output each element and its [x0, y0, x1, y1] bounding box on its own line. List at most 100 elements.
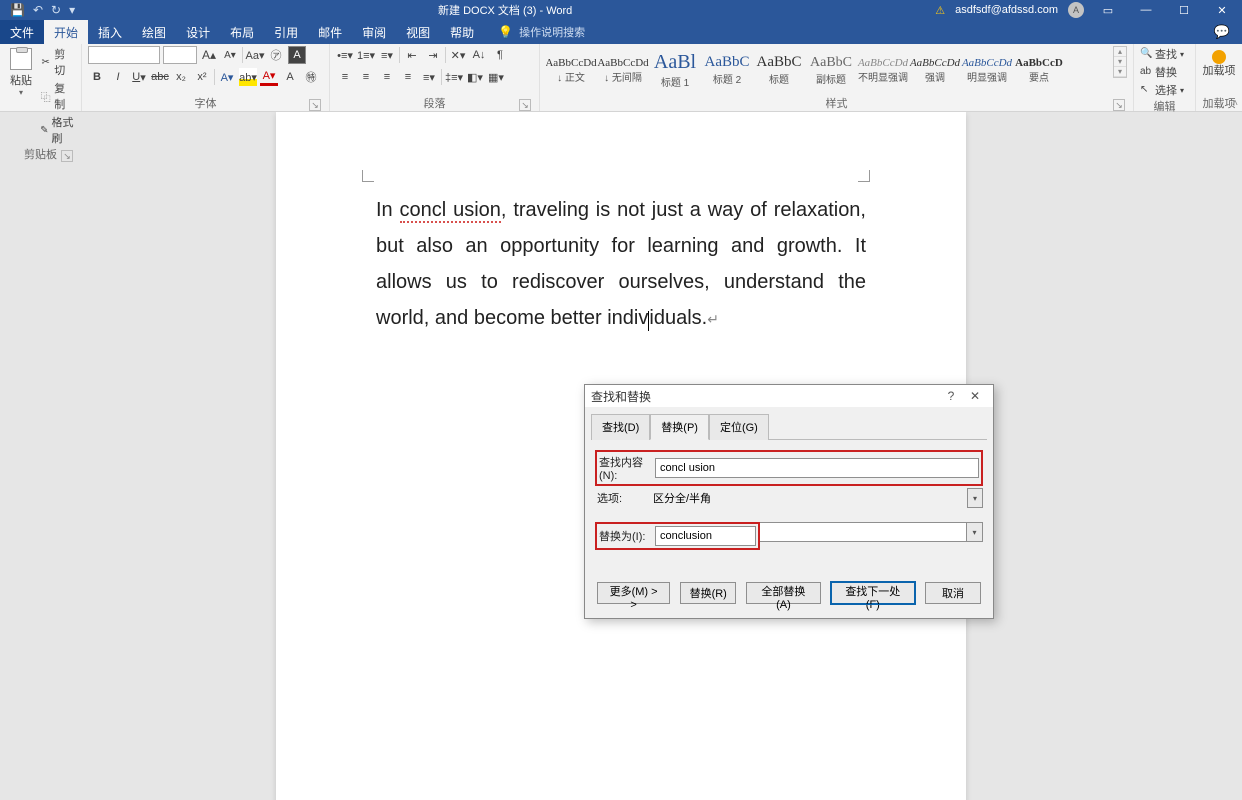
- maximize-button[interactable]: ☐: [1170, 4, 1198, 17]
- close-icon[interactable]: ✕: [963, 389, 987, 403]
- text-effects-button[interactable]: A▾: [218, 68, 236, 86]
- collapse-ribbon-icon[interactable]: ˄: [1232, 98, 1238, 109]
- spelling-error[interactable]: concl usion: [400, 199, 501, 223]
- tab-replace[interactable]: 替换(P): [650, 414, 709, 440]
- numbering-button[interactable]: 1≡▾: [357, 46, 375, 64]
- close-button[interactable]: ✕: [1208, 4, 1236, 17]
- decrease-indent-button[interactable]: ⇤: [403, 46, 421, 64]
- replace-with-input[interactable]: [655, 526, 756, 546]
- paragraph[interactable]: In concl usion, traveling is not just a …: [376, 192, 866, 336]
- chevron-up-icon[interactable]: ▴: [1114, 47, 1126, 57]
- tab-find[interactable]: 查找(D): [591, 414, 650, 440]
- minimize-button[interactable]: ―: [1132, 4, 1160, 16]
- tab-file[interactable]: 文件: [0, 20, 44, 44]
- chevron-down-icon[interactable]: ▾: [1114, 57, 1126, 67]
- find-next-button[interactable]: 查找下一处(F): [831, 582, 915, 604]
- superscript-button[interactable]: x²: [193, 68, 211, 86]
- shrink-font-button[interactable]: A▾: [221, 46, 239, 64]
- format-painter-button[interactable]: ✎格式刷: [40, 114, 75, 146]
- tab-layout[interactable]: 布局: [220, 20, 264, 44]
- tab-mailings[interactable]: 邮件: [308, 20, 352, 44]
- style-no-spacing[interactable]: AaBbCcDd↓ 无间隔: [598, 46, 648, 94]
- account-email[interactable]: asdfsdf@afdssd.com: [955, 4, 1058, 16]
- save-icon[interactable]: 💾: [10, 3, 25, 17]
- enclose-characters-button[interactable]: ㊕: [302, 68, 320, 86]
- style-subtle-emphasis[interactable]: AaBbCcDd不明显强调: [858, 46, 908, 94]
- tell-me-search[interactable]: 💡 操作说明搜索: [484, 20, 585, 44]
- tab-goto[interactable]: 定位(G): [709, 414, 769, 440]
- subscript-button[interactable]: x₂: [172, 68, 190, 86]
- asian-layout-button[interactable]: ✕▾: [449, 46, 467, 64]
- distribute-button[interactable]: ≡▾: [420, 68, 438, 86]
- style-heading2[interactable]: AaBbC标题 2: [702, 46, 752, 94]
- multilevel-list-button[interactable]: ≡▾: [378, 46, 396, 64]
- character-shading-button[interactable]: A: [281, 68, 299, 86]
- tab-draw[interactable]: 绘图: [132, 20, 176, 44]
- change-case-button[interactable]: Aa▾: [246, 46, 264, 64]
- font-family-select[interactable]: [88, 46, 160, 64]
- styles-scroll[interactable]: ▴▾▾: [1113, 46, 1127, 78]
- align-left-button[interactable]: ≡: [336, 68, 354, 86]
- show-marks-button[interactable]: ¶: [491, 46, 509, 64]
- style-title[interactable]: AaBbC标题: [754, 46, 804, 94]
- underline-button[interactable]: U▾: [130, 68, 148, 86]
- cut-button[interactable]: ✂剪切: [40, 46, 75, 78]
- dialog-launcher-icon[interactable]: ↘: [1113, 99, 1125, 111]
- sort-button[interactable]: A↓: [470, 46, 488, 64]
- justify-button[interactable]: ≡: [399, 68, 417, 86]
- select-button[interactable]: ↖选择▾: [1140, 82, 1184, 98]
- style-emphasis[interactable]: AaBbCcDd强调: [910, 46, 960, 94]
- bullets-button[interactable]: •≡▾: [336, 46, 354, 64]
- chevron-down-icon[interactable]: ▾: [967, 522, 983, 542]
- phonetic-guide-button[interactable]: ㋐: [267, 46, 285, 64]
- dialog-launcher-icon[interactable]: ↘: [309, 99, 321, 111]
- find-button[interactable]: 🔍查找▾: [1140, 46, 1184, 62]
- style-normal[interactable]: AaBbCcDd↓ 正文: [546, 46, 596, 94]
- style-heading1[interactable]: AaBl标题 1: [650, 46, 700, 94]
- warning-icon[interactable]: ⚠: [935, 4, 945, 17]
- style-strong[interactable]: AaBbCcD要点: [1014, 46, 1064, 94]
- character-border-button[interactable]: A: [288, 46, 306, 64]
- shading-button[interactable]: ◧▾: [466, 68, 484, 86]
- styles-gallery[interactable]: AaBbCcDd↓ 正文 AaBbCcDd↓ 无间隔 AaBl标题 1 AaBb…: [546, 46, 1109, 94]
- tab-help[interactable]: 帮助: [440, 20, 484, 44]
- tab-view[interactable]: 视图: [396, 20, 440, 44]
- redo-icon[interactable]: ↻: [51, 3, 61, 17]
- dialog-titlebar[interactable]: 查找和替换 ? ✕: [585, 385, 993, 407]
- cancel-button[interactable]: 取消: [925, 582, 981, 604]
- tab-review[interactable]: 审阅: [352, 20, 396, 44]
- replace-button[interactable]: 替换(R): [680, 582, 736, 604]
- replace-button[interactable]: ab替换: [1140, 64, 1177, 80]
- ribbon-display-icon[interactable]: ▭: [1094, 4, 1122, 17]
- tab-design[interactable]: 设计: [176, 20, 220, 44]
- style-subtitle[interactable]: AaBbC副标题: [806, 46, 856, 94]
- align-center-button[interactable]: ≡: [357, 68, 375, 86]
- strikethrough-button[interactable]: abc: [151, 68, 169, 86]
- bold-button[interactable]: B: [88, 68, 106, 86]
- paste-button[interactable]: 粘贴 ▾: [6, 46, 36, 99]
- find-what-input[interactable]: [655, 458, 979, 478]
- replace-all-button[interactable]: 全部替换(A): [746, 582, 820, 604]
- copy-button[interactable]: ⿻复制: [40, 80, 75, 112]
- line-spacing-button[interactable]: ‡≡▾: [445, 68, 463, 86]
- highlight-button[interactable]: ab▾: [239, 68, 257, 86]
- tab-references[interactable]: 引用: [264, 20, 308, 44]
- font-size-select[interactable]: [163, 46, 197, 64]
- tab-insert[interactable]: 插入: [88, 20, 132, 44]
- dialog-launcher-icon[interactable]: ↘: [61, 150, 73, 162]
- chevron-down-icon[interactable]: ▾: [967, 488, 983, 508]
- italic-button[interactable]: I: [109, 68, 127, 86]
- comments-icon[interactable]: 💬: [1202, 20, 1242, 44]
- styles-more-icon[interactable]: ▾: [1114, 67, 1126, 77]
- tab-home[interactable]: 开始: [44, 20, 88, 44]
- style-intense-emphasis[interactable]: AaBbCcDd明显强调: [962, 46, 1012, 94]
- grow-font-button[interactable]: A▴: [200, 46, 218, 64]
- dialog-launcher-icon[interactable]: ↘: [519, 99, 531, 111]
- replace-with-input-ext[interactable]: [760, 522, 967, 542]
- undo-icon[interactable]: ↶: [33, 3, 43, 17]
- increase-indent-button[interactable]: ⇥: [424, 46, 442, 64]
- addin-icon[interactable]: [1212, 50, 1226, 64]
- borders-button[interactable]: ▦▾: [487, 68, 505, 86]
- avatar[interactable]: A: [1068, 2, 1084, 18]
- font-color-button[interactable]: A▾: [260, 68, 278, 86]
